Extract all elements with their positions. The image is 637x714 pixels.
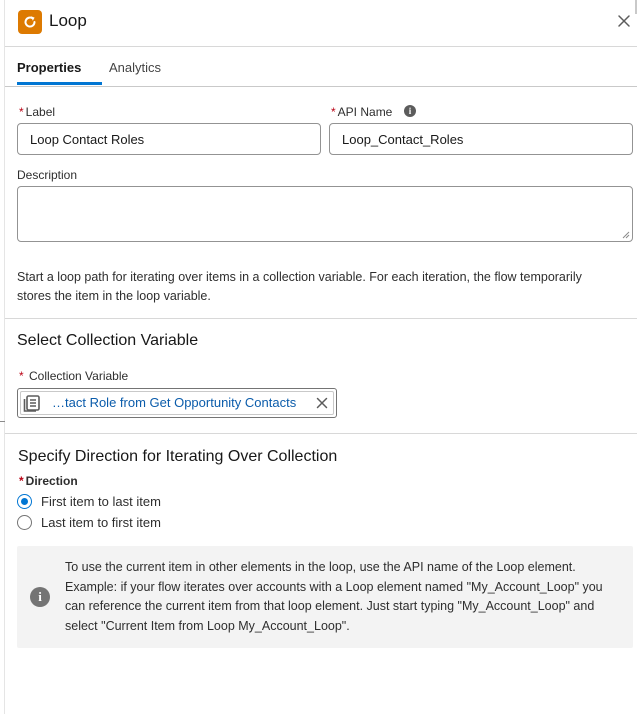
required-mark: * <box>19 369 24 383</box>
section-divider <box>5 433 637 434</box>
description-field-label: Description <box>17 168 78 182</box>
radio-first-to-last[interactable]: First item to last item <box>17 494 161 509</box>
direction-section-title: Specify Direction for Iterating Over Col… <box>18 448 338 465</box>
tab-bar: Properties Analytics <box>5 48 637 87</box>
info-box: i To use the current item in other eleme… <box>17 546 633 648</box>
radio-label: Last item to first item <box>41 515 161 530</box>
loop-icon <box>18 10 42 34</box>
required-mark: * <box>331 105 336 119</box>
required-mark: * <box>19 105 24 119</box>
active-tab-indicator <box>17 82 102 85</box>
tab-properties[interactable]: Properties <box>17 60 81 75</box>
close-icon[interactable] <box>617 14 631 28</box>
resize-grip-icon[interactable] <box>622 231 630 239</box>
radio-button[interactable] <box>17 494 32 509</box>
panel-title: Loop <box>49 11 87 30</box>
collection-variable-pill[interactable]: …tact Role from Get Opportunity Contacts <box>17 388 337 418</box>
remove-icon[interactable] <box>316 397 328 409</box>
collection-variable-value: …tact Role from Get Opportunity Contacts <box>52 395 297 410</box>
info-icon[interactable]: i <box>404 105 416 117</box>
description-textarea[interactable] <box>17 186 633 242</box>
section-divider <box>5 318 637 319</box>
label-field-label: * Label <box>19 105 56 119</box>
radio-label: First item to last item <box>41 494 161 509</box>
collection-icon <box>23 395 40 412</box>
api-name-input[interactable] <box>329 123 633 155</box>
intro-text: Start a loop path for iterating over ite… <box>17 270 582 303</box>
info-icon: i <box>30 587 50 607</box>
canvas-edge-marker <box>0 421 5 422</box>
radio-button[interactable] <box>17 515 32 530</box>
tab-analytics[interactable]: Analytics <box>109 60 161 75</box>
info-text: To use the current item in other element… <box>65 560 603 633</box>
label-input[interactable] <box>17 123 321 155</box>
api-name-field-label: * API Name <box>331 105 393 119</box>
collection-section-title: Select Collection Variable <box>17 332 199 349</box>
required-mark: * <box>19 474 24 488</box>
panel-left-border <box>4 0 5 714</box>
collection-variable-label: * Collection Variable <box>19 369 129 383</box>
panel-header: Loop <box>5 0 637 47</box>
radio-last-to-first[interactable]: Last item to first item <box>17 515 161 530</box>
direction-label: * Direction <box>19 474 78 488</box>
